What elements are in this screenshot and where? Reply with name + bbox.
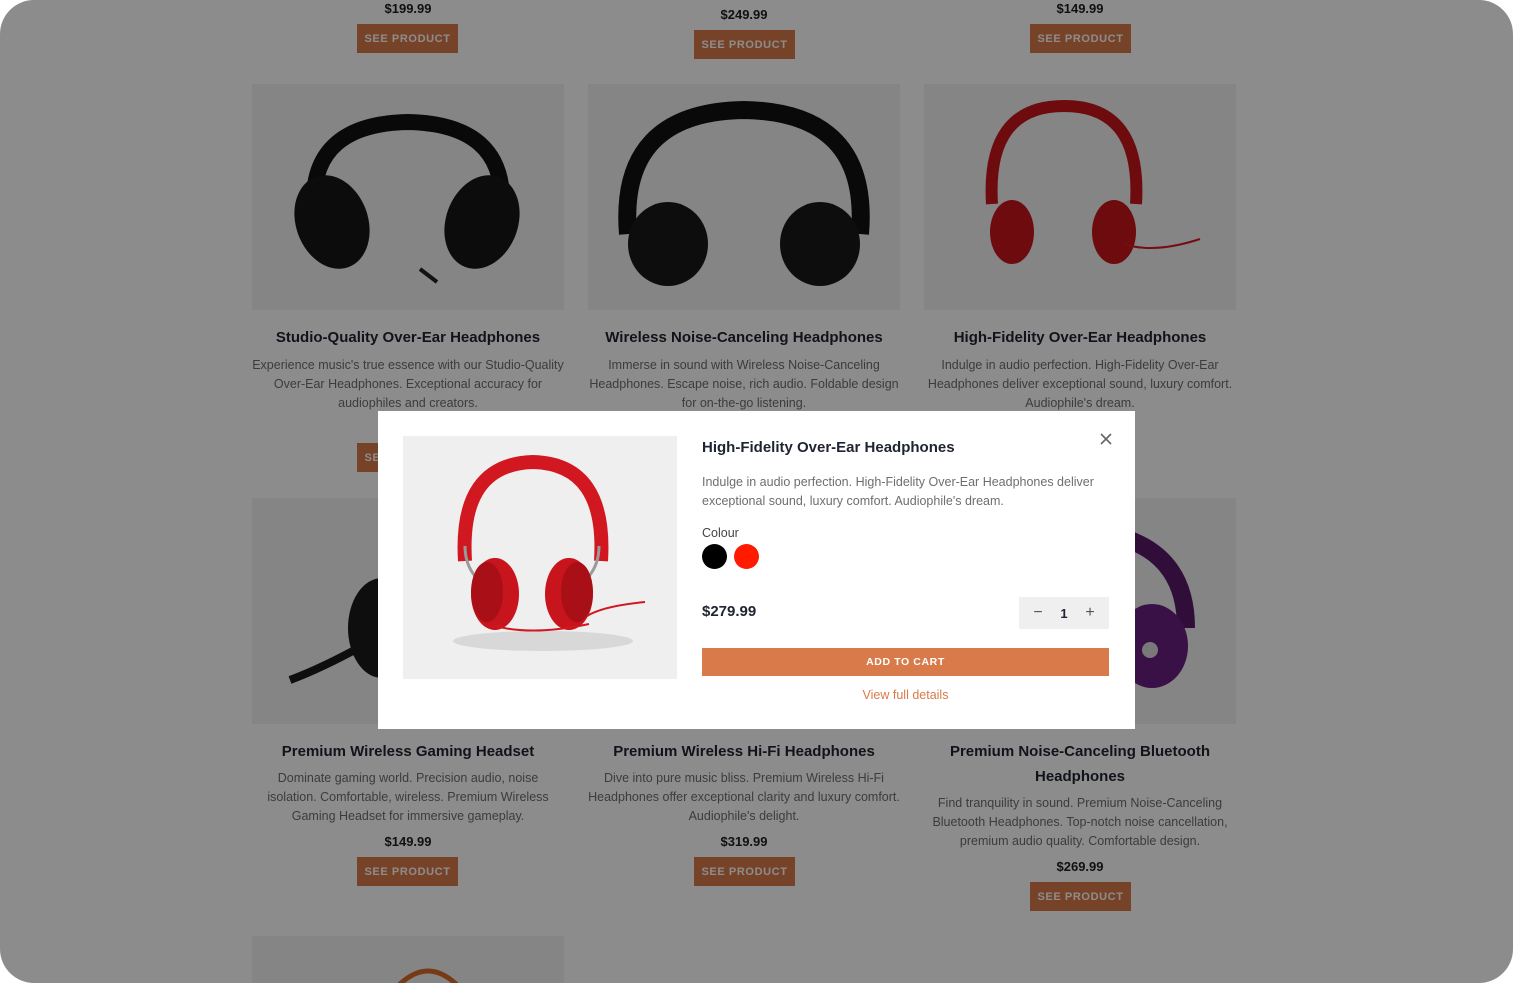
- decrease-quantity-button[interactable]: −: [1029, 604, 1047, 622]
- add-to-cart-button[interactable]: ADD TO CART: [702, 648, 1109, 676]
- app-frame: $199.99 SEE PRODUCT $249.99 SEE PRODUCT …: [0, 0, 1513, 983]
- quantity-stepper: − 1 +: [1019, 597, 1109, 629]
- increase-quantity-button[interactable]: +: [1081, 604, 1099, 622]
- colour-swatch-black[interactable]: [702, 544, 727, 569]
- quick-view-modal: High-Fidelity Over-Ear Headphones Indulg…: [378, 411, 1135, 729]
- modal-description: Indulge in audio perfection. High-Fideli…: [702, 475, 1094, 508]
- view-full-details-link[interactable]: View full details: [702, 688, 1109, 702]
- close-icon[interactable]: [1098, 431, 1114, 447]
- quantity-value[interactable]: 1: [1060, 606, 1067, 621]
- modal-price: $279.99: [702, 603, 757, 620]
- red-headphones-image: [453, 454, 646, 651]
- colour-label: Colour: [702, 526, 739, 540]
- modal-title: High-Fidelity Over-Ear Headphones: [702, 439, 955, 456]
- modal-product-image: [403, 436, 677, 679]
- colour-swatch-red[interactable]: [734, 544, 759, 569]
